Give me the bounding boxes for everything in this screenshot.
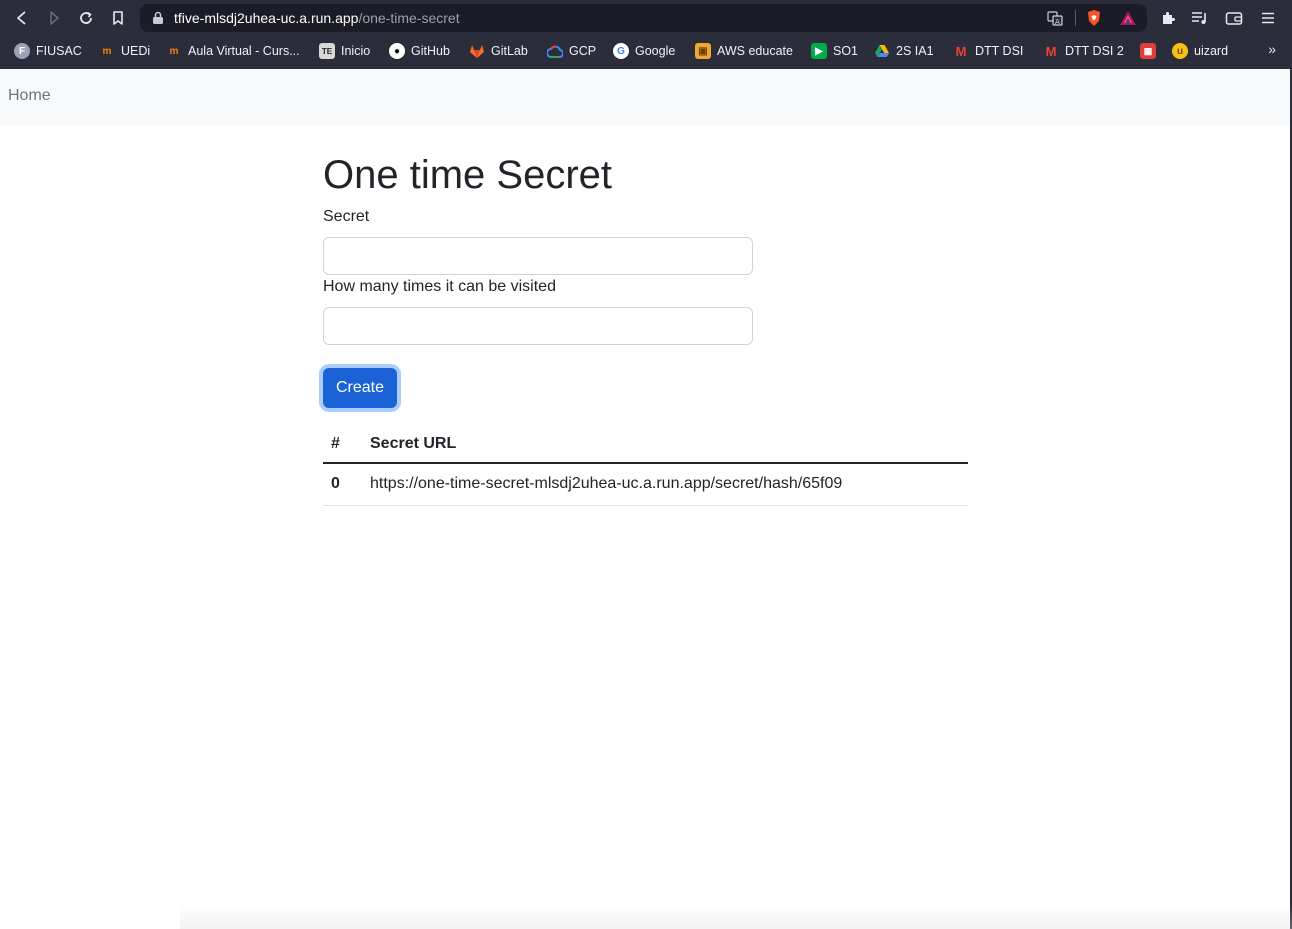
bookmark-label: Google — [635, 44, 676, 58]
bookmark-label: SO1 — [833, 44, 859, 58]
column-header-index: # — [323, 425, 362, 464]
gcp-icon — [547, 43, 563, 59]
bookmark-item[interactable]: 2S IA1 — [874, 41, 934, 61]
gmail-icon: M — [1045, 43, 1057, 59]
bookmark-label: DTT DSI 2 — [1065, 44, 1124, 58]
gmail-icon: M — [955, 43, 967, 59]
create-button[interactable]: Create — [323, 368, 397, 408]
bookmark-item[interactable]: m Aula Virtual - Curs... — [166, 41, 300, 61]
bookmark-label: GCP — [569, 44, 597, 58]
bookmark-item[interactable]: F FIUSAC — [14, 41, 82, 61]
wallet-icon — [1225, 12, 1243, 25]
bookmark-label: GitHub — [411, 44, 450, 58]
bookmark-label: FIUSAC — [36, 44, 82, 58]
bookmark-item[interactable]: TE Inicio — [319, 41, 370, 61]
meet-icon: ▶ — [811, 43, 827, 59]
wallet-button[interactable] — [1224, 8, 1244, 28]
url-text[interactable]: tfive-mlsdj2uhea-uc.a.run.app/one-time-s… — [174, 10, 460, 26]
moodle-icon: m — [169, 45, 179, 57]
reload-icon — [80, 11, 92, 24]
bookmark-item[interactable]: m UEDi — [99, 41, 151, 61]
bookmark-item[interactable]: GCP — [547, 41, 596, 61]
bookmark-label: uizard — [1194, 44, 1229, 58]
bookmark-icon — [113, 11, 123, 25]
url-separator — [1075, 10, 1076, 26]
bookmark-item[interactable]: M DTT DSI 2 — [1043, 41, 1124, 61]
page-title: One time Secret — [323, 153, 613, 197]
bookmark-item[interactable]: u uizard — [1172, 41, 1228, 61]
navbar: Home — [0, 69, 1292, 125]
secret-label: Secret — [323, 208, 370, 225]
bookmark-label: GitLab — [491, 44, 528, 58]
reading-list-button[interactable] — [1190, 8, 1210, 28]
reload-button[interactable] — [75, 7, 97, 29]
row-secret-url: https://one-time-secret-mlsdj2uhea-uc.a.… — [362, 463, 968, 506]
bookmark-label: AWS educate — [717, 44, 793, 58]
lock-icon — [153, 11, 163, 24]
url-path: /one-time-secret — [358, 10, 460, 26]
bookmark-label: Inicio — [341, 44, 371, 58]
brave-rewards-icon[interactable] — [1119, 9, 1137, 27]
back-icon — [17, 11, 26, 25]
bookmark-item[interactable]: ▶ SO1 — [811, 41, 858, 61]
secret-input[interactable] — [323, 237, 753, 275]
bookmark-item[interactable]: G Google — [613, 41, 675, 61]
svg-text:A: A — [1055, 18, 1060, 26]
forward-icon — [50, 11, 59, 25]
back-button[interactable] — [11, 7, 33, 29]
brave-shields-icon[interactable] — [1085, 9, 1103, 27]
translate-icon[interactable]: A — [1046, 9, 1064, 27]
table-row: 0 https://one-time-secret-mlsdj2uhea-uc.… — [323, 463, 968, 506]
gitlab-icon — [469, 43, 485, 59]
github-icon: ● — [389, 43, 405, 59]
bookmark-label: DTT DSI — [975, 44, 1024, 58]
fiusac-icon: F — [14, 43, 30, 59]
visits-input[interactable] — [323, 307, 753, 345]
url-host: tfive-mlsdj2uhea-uc.a.run.app — [174, 10, 359, 26]
terminal-icon: TE — [319, 43, 335, 59]
address-bar[interactable]: tfive-mlsdj2uhea-uc.a.run.app/one-time-s… — [140, 4, 1147, 32]
column-header-secret-url: Secret URL — [362, 425, 968, 464]
more-bookmarks-button[interactable]: » — [1268, 41, 1276, 57]
visits-label: How many times it can be visited — [323, 278, 556, 295]
extensions-button[interactable] — [1158, 8, 1178, 28]
secrets-table: # Secret URL 0 https://one-time-secret-m… — [323, 425, 968, 506]
browser-toolbar: tfive-mlsdj2uhea-uc.a.run.app/one-time-s… — [0, 0, 1292, 36]
moodle-icon: m — [102, 45, 112, 57]
table-header-row: # Secret URL — [323, 425, 968, 464]
forward-button[interactable] — [43, 7, 65, 29]
bookmarks-bar: F FIUSAC m UEDi m Aula Virtual - Curs...… — [0, 36, 1292, 66]
row-index: 0 — [323, 463, 362, 506]
hamburger-icon — [1262, 12, 1274, 24]
google-icon: G — [613, 43, 629, 59]
bookmark-label: UEDi — [121, 44, 151, 58]
aws-box-icon: ▣ — [695, 43, 711, 59]
menu-button[interactable] — [1258, 8, 1278, 28]
bookmark-item[interactable]: M DTT DSI — [953, 41, 1024, 61]
bookmark-item[interactable]: ● GitHub — [389, 41, 450, 61]
drive-icon — [874, 43, 890, 59]
home-link[interactable]: Home — [8, 87, 51, 105]
bookmark-item[interactable]: ▣ AWS educate — [695, 41, 793, 61]
bookmark-button[interactable] — [107, 7, 129, 29]
bottom-shadow — [180, 905, 1292, 929]
bookmark-item[interactable]: ▦ — [1140, 41, 1156, 61]
browser-chrome: tfive-mlsdj2uhea-uc.a.run.app/one-time-s… — [0, 0, 1292, 69]
uizard-icon: u — [1172, 43, 1188, 59]
clapper-icon: ▦ — [1140, 43, 1156, 59]
puzzle-icon — [1163, 12, 1175, 24]
bookmark-label: Aula Virtual - Curs... — [188, 44, 300, 58]
playlist-icon — [1192, 12, 1206, 24]
bookmark-label: 2S IA1 — [896, 44, 934, 58]
bookmark-item[interactable]: GitLab — [469, 41, 528, 61]
